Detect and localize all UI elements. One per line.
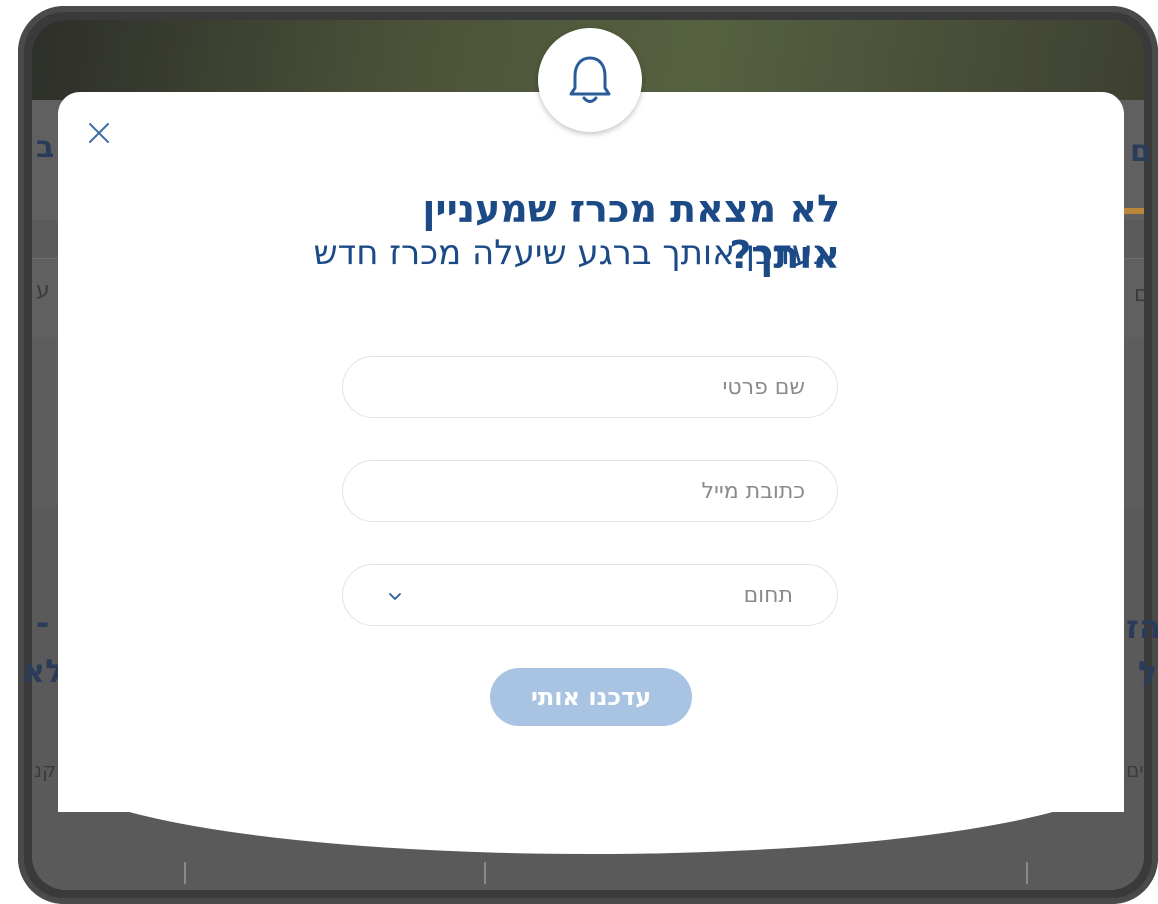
close-button[interactable] <box>84 118 114 148</box>
modal-subtitle: נעדכן אותך ברגע שיעלה מכרז חדש <box>313 233 827 273</box>
close-icon <box>89 123 109 143</box>
category-select-label: תחום <box>743 583 793 608</box>
bg-tab-fragment-left: ב <box>36 130 55 165</box>
first-name-input[interactable] <box>343 357 837 417</box>
bell-icon <box>569 56 611 103</box>
bg-heading-fragment-right-2: ל <box>1138 654 1158 692</box>
category-select[interactable]: תחום <box>342 564 838 626</box>
bg-row-fragment-right: ם <box>1134 282 1149 307</box>
bg-heading-fragment-right-1: הז <box>1126 608 1158 646</box>
bottom-nav <box>32 850 1144 890</box>
first-name-field <box>342 356 838 418</box>
email-field <box>342 460 838 522</box>
bell-badge <box>538 28 642 132</box>
bg-note-fragment-right: נים <box>1126 758 1152 782</box>
nav-separator <box>184 862 186 884</box>
bg-tab-fragment-right: ם <box>1130 134 1151 169</box>
email-input[interactable] <box>343 461 837 521</box>
nav-separator <box>484 862 486 884</box>
bg-row-fragment-left: ע <box>36 278 50 303</box>
bg-heading-fragment-left-1: - <box>36 604 50 642</box>
chevron-down-icon <box>389 593 401 600</box>
nav-separator <box>1026 862 1028 884</box>
bg-note-fragment-left: קנ <box>34 758 57 782</box>
notify-me-button[interactable]: עדכנו אותי <box>490 668 692 726</box>
